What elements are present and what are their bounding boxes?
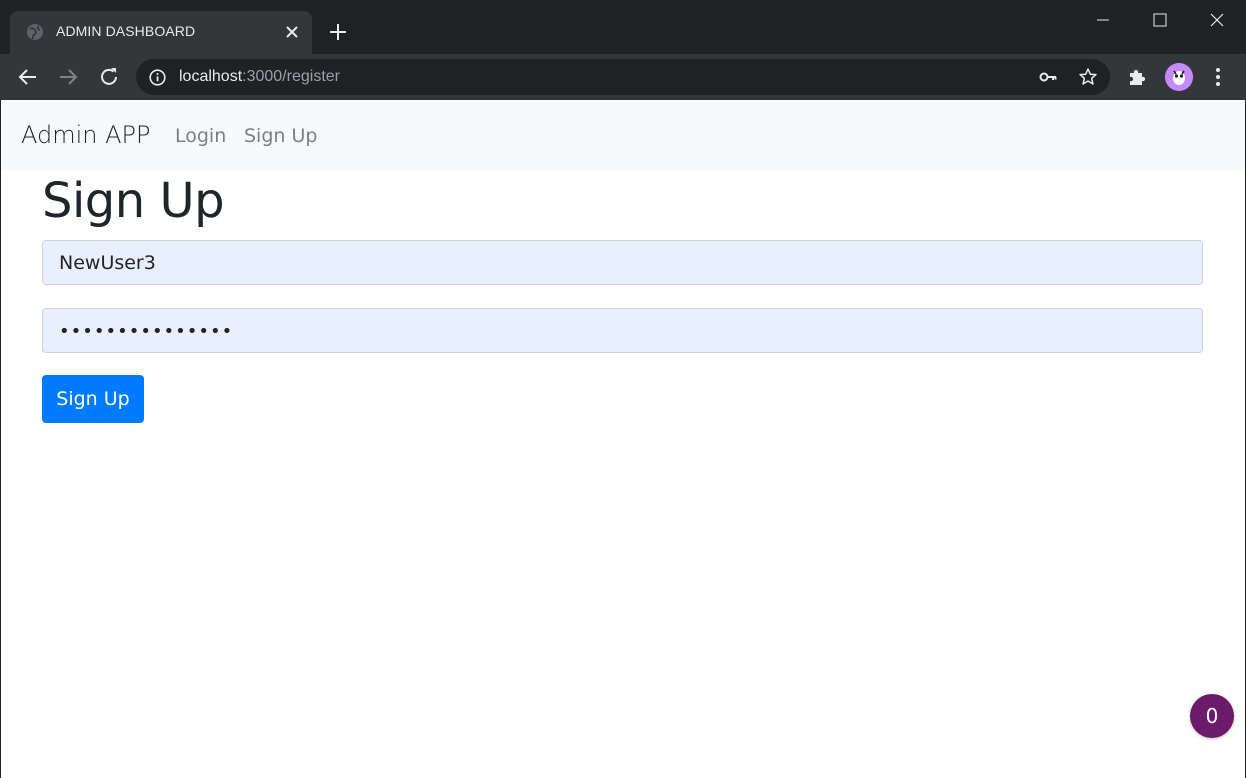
browser-tab[interactable]: ADMIN DASHBOARD [10,11,312,54]
reload-icon[interactable] [97,65,121,89]
nav-link-login[interactable]: Login [175,125,226,147]
key-icon[interactable] [1038,67,1058,87]
forward-arrow-icon[interactable] [56,65,80,89]
window-border-left [0,100,1,778]
back-arrow-icon[interactable] [16,65,40,89]
address-bar[interactable]: localhost:3000/register [136,59,1110,95]
tab-title: ADMIN DASHBOARD [56,23,196,39]
sign-up-button[interactable]: Sign Up [42,375,144,423]
maximize-icon [1153,13,1167,27]
page-title: Sign Up [42,173,225,229]
url-text: localhost:3000/register [179,68,340,86]
url-path: :3000/register [242,68,340,85]
info-icon[interactable] [149,69,166,86]
minimize-button[interactable] [1074,0,1132,40]
star-icon[interactable] [1078,67,1098,87]
puzzle-icon[interactable] [1127,66,1149,88]
browser-tabstrip: ADMIN DASHBOARD [0,0,1246,54]
navbar-brand[interactable]: Admin APP [21,121,150,149]
nav-link-sign-up[interactable]: Sign Up [244,125,317,147]
browser-toolbar: localhost:3000/register [0,54,1246,100]
floating-count-badge[interactable]: 0 [1190,694,1234,738]
more-vert-icon[interactable] [1207,66,1229,88]
password-input[interactable]: ••••••••••••••• [42,308,1203,353]
plus-icon[interactable] [328,22,348,42]
username-input[interactable]: NewUser3 [42,240,1203,285]
avatar-image [1165,63,1193,91]
minimize-icon [1097,19,1109,21]
window-close-icon [1210,13,1224,27]
page-viewport: Admin APP Login Sign Up Sign Up NewUser3… [0,100,1246,778]
globe-icon [27,24,43,40]
url-host: localhost [179,68,243,85]
window-close-button[interactable] [1188,0,1246,40]
app-navbar: Admin APP Login Sign Up [0,100,1246,170]
close-icon[interactable] [284,24,300,40]
maximize-button[interactable] [1131,0,1189,40]
profile-avatar[interactable] [1165,63,1193,91]
